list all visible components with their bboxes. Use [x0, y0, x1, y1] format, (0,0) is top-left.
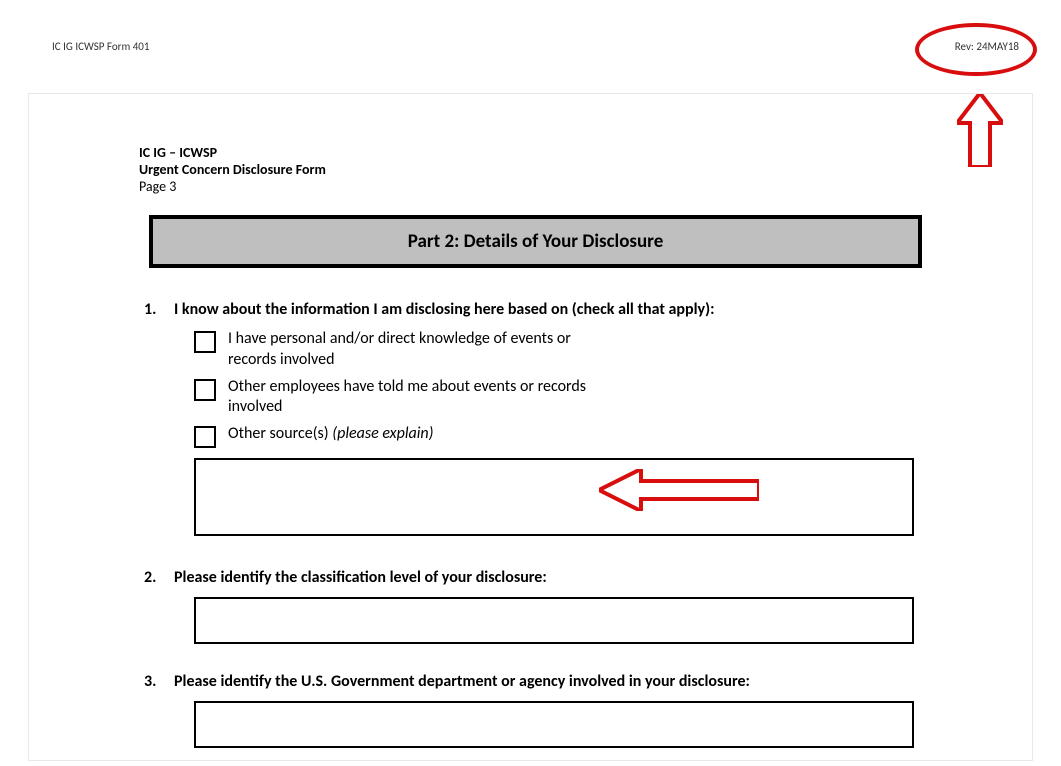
q1-option-1-row: I have personal and/or direct knowledge … [194, 329, 922, 371]
checkbox-q1-opt3[interactable] [194, 426, 216, 448]
q2-number: 2. [144, 568, 164, 587]
q1-number: 1. [144, 300, 164, 319]
q1-option-2-label: Other employees have told me about event… [228, 377, 588, 419]
q3-textbox[interactable] [194, 701, 914, 748]
page-body: IC IG – ICWSP Urgent Concern Disclosure … [28, 93, 1033, 761]
question-2: 2. Please identify the classification le… [144, 568, 922, 644]
question-1: 1. I know about the information I am dis… [144, 300, 922, 536]
checkbox-q1-opt2[interactable] [194, 379, 216, 401]
q1-option-1-label: I have personal and/or direct knowledge … [228, 329, 588, 371]
doc-title: Urgent Concern Disclosure Form [139, 161, 1032, 178]
q1-explanation-textbox[interactable] [194, 458, 914, 536]
q2-textbox[interactable] [194, 597, 914, 644]
doc-org: IC IG – ICWSP [139, 144, 1032, 161]
q1-option-2-row: Other employees have told me about event… [194, 377, 922, 419]
q1-option-3-row: Other source(s) (please explain) [194, 424, 922, 448]
doc-page: Page 3 [139, 178, 1032, 195]
q1-checkbox-group: I have personal and/or direct knowledge … [194, 329, 922, 448]
part-title: Part 2: Details of Your Disclosure [408, 230, 664, 253]
q3-number: 3. [144, 672, 164, 691]
document-header: IC IG – ICWSP Urgent Concern Disclosure … [139, 144, 1032, 195]
form-id-label: IC IG ICWSP Form 401 [52, 40, 149, 53]
question-3: 3. Please identify the U.S. Government d… [144, 672, 922, 748]
q1-text: I know about the information I am disclo… [174, 300, 714, 319]
top-header: IC IG ICWSP Form 401 Rev: 24MAY18 [0, 0, 1061, 73]
part-title-box: Part 2: Details of Your Disclosure [149, 215, 922, 268]
q3-text: Please identify the U.S. Government depa… [174, 672, 750, 691]
q1-option-3-label: Other source(s) (please explain) [228, 424, 433, 445]
revision-label: Rev: 24MAY18 [955, 40, 1019, 53]
checkbox-q1-opt1[interactable] [194, 331, 216, 353]
q2-text: Please identify the classification level… [174, 568, 547, 587]
